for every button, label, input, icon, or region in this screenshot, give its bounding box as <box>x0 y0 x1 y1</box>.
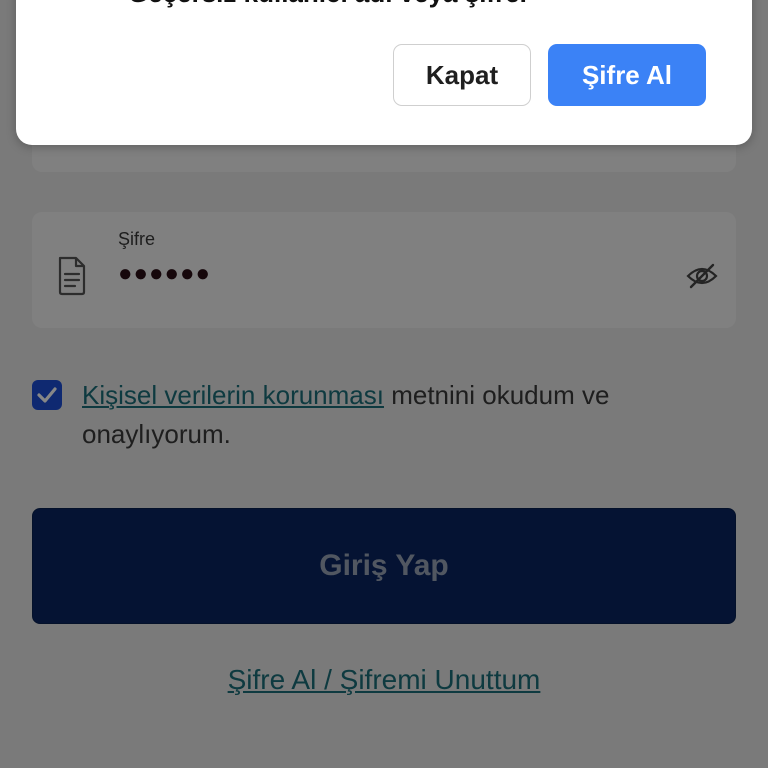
get-password-button[interactable]: Şifre Al <box>548 44 706 106</box>
close-button[interactable]: Kapat <box>393 44 531 106</box>
error-dialog: Geçersiz kullanıcı adı veya şifre. Kapat… <box>16 0 752 145</box>
dialog-message: Geçersiz kullanıcı adı veya şifre. <box>128 0 527 9</box>
